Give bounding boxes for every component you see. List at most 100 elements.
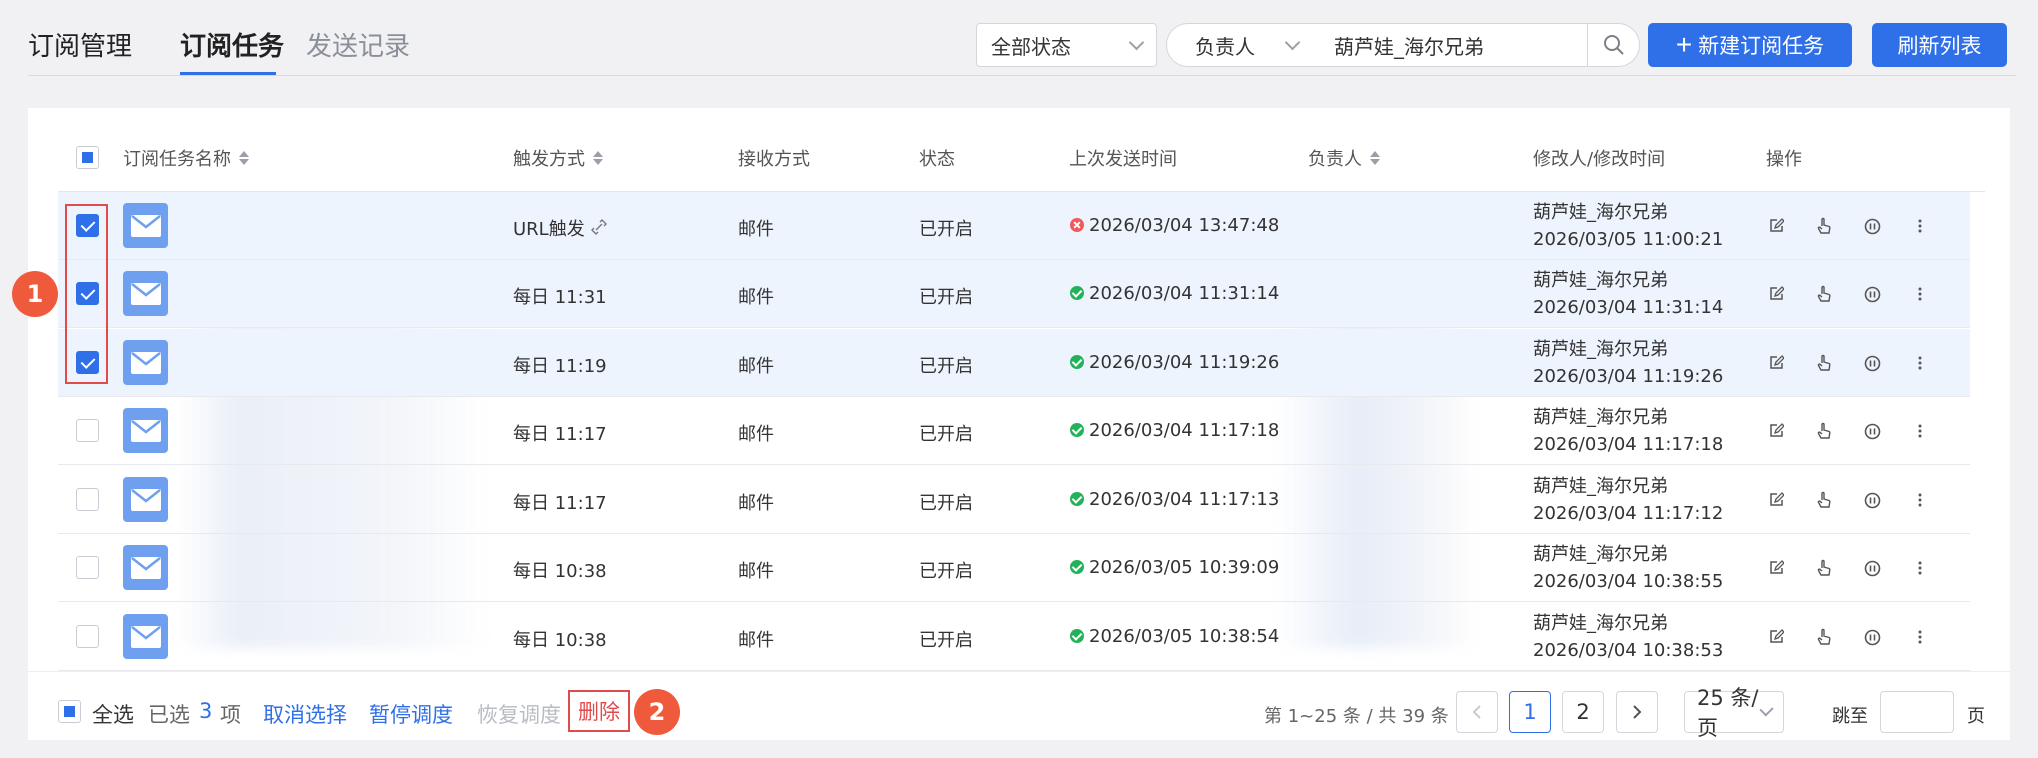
success-icon (1070, 423, 1084, 437)
send-icon[interactable] (1814, 353, 1834, 373)
edit-icon[interactable] (1766, 558, 1786, 578)
success-icon (1070, 492, 1084, 506)
more-icon[interactable] (1910, 421, 1930, 441)
pause-icon[interactable] (1862, 216, 1882, 236)
last-sent-cell: 2026/03/05 10:38:54 (1070, 626, 1279, 647)
modifier-cell: 葫芦娃_海尔兄弟 2026/03/04 10:38:55 (1533, 541, 1723, 595)
prev-page-button[interactable] (1456, 691, 1498, 733)
last-sent-time: 2026/03/05 10:38:54 (1089, 626, 1280, 647)
trigger-cell: URL触发 (513, 215, 607, 241)
pause-icon[interactable] (1862, 284, 1882, 304)
col-last-sent: 上次发送时间 (1069, 149, 1177, 170)
select-all-label[interactable]: 全选 (92, 699, 134, 729)
modifier-name: 葫芦娃_海尔兄弟 (1533, 270, 1668, 291)
send-icon[interactable] (1814, 216, 1834, 236)
last-sent-cell: 2026/03/04 11:19:26 (1070, 352, 1279, 373)
success-icon (1070, 560, 1084, 574)
more-icon[interactable] (1910, 353, 1930, 373)
edit-icon[interactable] (1766, 490, 1786, 510)
send-icon[interactable] (1814, 627, 1834, 647)
edit-icon[interactable] (1766, 627, 1786, 647)
trigger-cell: 每日 11:17 (513, 489, 607, 515)
new-subscription-button[interactable]: + 新建订阅任务 (1648, 23, 1852, 67)
footer-select-all-checkbox[interactable] (58, 700, 81, 723)
status-filter-select[interactable]: 全部状态 (976, 23, 1157, 67)
plus-icon: + (1675, 29, 1693, 60)
receive-method-cell: 邮件 (738, 356, 774, 377)
last-sent-cell: 2026/03/04 13:47:48 (1070, 215, 1279, 236)
row-checkbox[interactable] (76, 556, 99, 579)
col-actions: 操作 (1766, 149, 1802, 170)
edit-icon[interactable] (1766, 284, 1786, 304)
selected-checkboxes-highlight (65, 204, 108, 384)
more-icon[interactable] (1910, 627, 1930, 647)
col-trigger-label: 触发方式 (513, 149, 585, 170)
mail-icon (123, 408, 168, 453)
next-page-button[interactable] (1616, 691, 1658, 733)
last-sent-cell: 2026/03/04 11:31:14 (1070, 283, 1279, 304)
pause-icon[interactable] (1862, 353, 1882, 373)
trigger-text: URL触发 (513, 219, 585, 240)
col-task-name[interactable]: 订阅任务名称 (123, 145, 249, 171)
refresh-list-button[interactable]: 刷新列表 (1872, 23, 2007, 67)
trigger-text: 每日 11:19 (513, 356, 607, 377)
trigger-text: 每日 10:38 (513, 561, 607, 582)
col-owner[interactable]: 负责人 (1308, 145, 1380, 171)
new-subscription-label: 新建订阅任务 (1698, 35, 1825, 58)
jump-page-input[interactable] (1880, 691, 1954, 733)
pause-icon[interactable] (1862, 627, 1882, 647)
receive-method-cell: 邮件 (738, 630, 774, 651)
modifier-name: 葫芦娃_海尔兄弟 (1533, 613, 1668, 634)
edit-icon[interactable] (1766, 216, 1786, 236)
trigger-cell: 每日 11:19 (513, 352, 607, 378)
header-select-all-checkbox[interactable] (76, 146, 99, 169)
col-trigger[interactable]: 触发方式 (513, 145, 603, 171)
status-cell: 已开启 (919, 356, 973, 377)
row-checkbox[interactable] (76, 488, 99, 511)
more-icon[interactable] (1910, 490, 1930, 510)
more-icon[interactable] (1910, 558, 1930, 578)
pause-icon[interactable] (1862, 421, 1882, 441)
cancel-selection-link[interactable]: 取消选择 (263, 699, 347, 729)
tab-send-records[interactable]: 发送记录 (306, 26, 410, 63)
delete-button[interactable]: 删除 (568, 690, 630, 732)
modifier-cell: 葫芦娃_海尔兄弟 2026/03/04 11:31:14 (1533, 267, 1723, 321)
success-icon (1070, 629, 1084, 643)
pause-schedule-link[interactable]: 暂停调度 (369, 699, 453, 729)
trigger-cell: 每日 10:38 (513, 557, 607, 583)
jump-suffix: 页 (1967, 706, 1985, 727)
receive-method-cell: 邮件 (738, 493, 774, 514)
page-2-button[interactable]: 2 (1562, 691, 1604, 733)
send-icon[interactable] (1814, 421, 1834, 441)
receive-method-cell: 邮件 (738, 219, 774, 240)
search-button[interactable] (1587, 23, 1640, 67)
page-size-select[interactable]: 25 条/页 (1684, 686, 1784, 740)
send-icon[interactable] (1814, 490, 1834, 510)
success-icon (1070, 286, 1084, 300)
last-sent-cell: 2026/03/04 11:17:13 (1070, 489, 1279, 510)
chevron-left-icon (1472, 705, 1481, 719)
more-icon[interactable] (1910, 284, 1930, 304)
edit-icon[interactable] (1766, 421, 1786, 441)
owner-filter-select[interactable]: 负责人 (1166, 23, 1317, 67)
pause-icon[interactable] (1862, 490, 1882, 510)
pause-icon[interactable] (1862, 558, 1882, 578)
mail-icon (123, 614, 168, 659)
edit-icon[interactable] (1766, 353, 1786, 373)
modified-time: 2026/03/04 10:38:55 (1533, 571, 1724, 592)
owner-search-input[interactable]: 葫芦娃_海尔兄弟 (1316, 23, 1588, 67)
send-icon[interactable] (1814, 558, 1834, 578)
send-icon[interactable] (1814, 284, 1834, 304)
modified-time: 2026/03/04 10:38:53 (1533, 640, 1724, 661)
sort-icon (1370, 151, 1380, 165)
row-checkbox[interactable] (76, 419, 99, 442)
chevron-down-icon (1284, 34, 1301, 50)
row-checkbox[interactable] (76, 625, 99, 648)
page-1-button[interactable]: 1 (1509, 691, 1551, 733)
status-cell: 已开启 (919, 219, 973, 240)
more-icon[interactable] (1910, 216, 1930, 236)
page-size-value: 25 条/页 (1697, 686, 1759, 740)
tab-subscription-tasks[interactable]: 订阅任务 (180, 26, 284, 63)
link-icon[interactable] (590, 219, 607, 240)
modified-time: 2026/03/04 11:31:14 (1533, 297, 1724, 318)
